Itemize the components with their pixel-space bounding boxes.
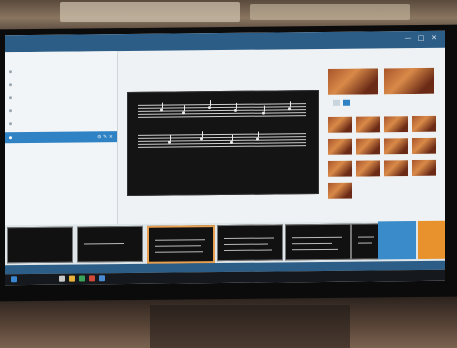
minimize-icon[interactable]: — — [403, 34, 413, 43]
app-icon[interactable] — [89, 275, 95, 282]
item-icon — [9, 109, 12, 113]
item-icon — [9, 122, 12, 126]
slide-thumbnail[interactable] — [285, 223, 351, 261]
sidebar-item[interactable] — [5, 91, 117, 103]
sidebar-item-active[interactable]: ⚙ ✎ ✕ — [5, 131, 117, 144]
background-thumbnail[interactable] — [327, 181, 353, 200]
start-icon[interactable] — [11, 276, 17, 283]
sidebar-item[interactable] — [5, 117, 117, 129]
background-thumbnail[interactable] — [411, 114, 437, 134]
background-thumbnail[interactable] — [355, 159, 381, 178]
background-thumbnail[interactable] — [411, 158, 437, 178]
slide-thumbnail[interactable] — [7, 226, 73, 264]
background-thumbnail[interactable] — [327, 67, 379, 96]
music-staff — [138, 100, 306, 119]
item-icon — [9, 96, 12, 100]
sidebar-item[interactable] — [5, 65, 117, 77]
slide-thumbnail-current[interactable] — [147, 225, 215, 264]
item-icon — [9, 70, 12, 74]
monitor-stand — [150, 305, 350, 348]
presentation-app-icon[interactable] — [99, 275, 105, 282]
item-actions[interactable]: ⚙ ✎ ✕ — [97, 134, 113, 140]
background-thumbnail[interactable] — [383, 115, 409, 134]
background-thumbnail[interactable] — [327, 159, 353, 178]
folder-icon[interactable] — [69, 275, 75, 282]
app-titlebar: — □ ✕ — [5, 30, 445, 53]
browser-icon[interactable] — [79, 275, 85, 282]
list-view-icon[interactable] — [333, 99, 340, 106]
slide-preview[interactable] — [127, 90, 319, 197]
slide-thumbnail[interactable] — [77, 225, 143, 263]
next-slide-button[interactable] — [418, 220, 445, 259]
background-thumbnail[interactable] — [355, 115, 381, 134]
grid-view-icon[interactable] — [343, 99, 350, 106]
background-thumbnail[interactable] — [383, 66, 435, 96]
sidebar: ⚙ ✎ ✕ — [5, 51, 118, 250]
background-window — [60, 2, 240, 22]
item-icon — [9, 136, 12, 140]
maximize-icon[interactable]: □ — [416, 34, 426, 43]
background-window — [250, 4, 410, 20]
background-gallery — [323, 53, 443, 232]
sidebar-item[interactable] — [5, 78, 117, 90]
music-staff — [138, 131, 306, 149]
slide-thumbnail[interactable] — [351, 223, 379, 260]
background-thumbnail[interactable] — [383, 159, 409, 178]
monitor-screen: — □ ✕ ⚙ ✎ ✕ — [5, 30, 445, 286]
item-icon — [9, 83, 12, 87]
background-thumbnail[interactable] — [411, 136, 437, 156]
search-icon[interactable] — [59, 275, 65, 282]
background-thumbnail[interactable] — [383, 137, 409, 156]
slide-thumbnail[interactable] — [217, 224, 283, 262]
background-thumbnail[interactable] — [327, 137, 353, 156]
background-thumbnail[interactable] — [355, 137, 381, 156]
sidebar-item[interactable] — [5, 104, 117, 116]
previous-slide-button[interactable] — [378, 220, 416, 260]
close-icon[interactable]: ✕ — [429, 34, 439, 43]
background-thumbnail[interactable] — [327, 115, 353, 134]
